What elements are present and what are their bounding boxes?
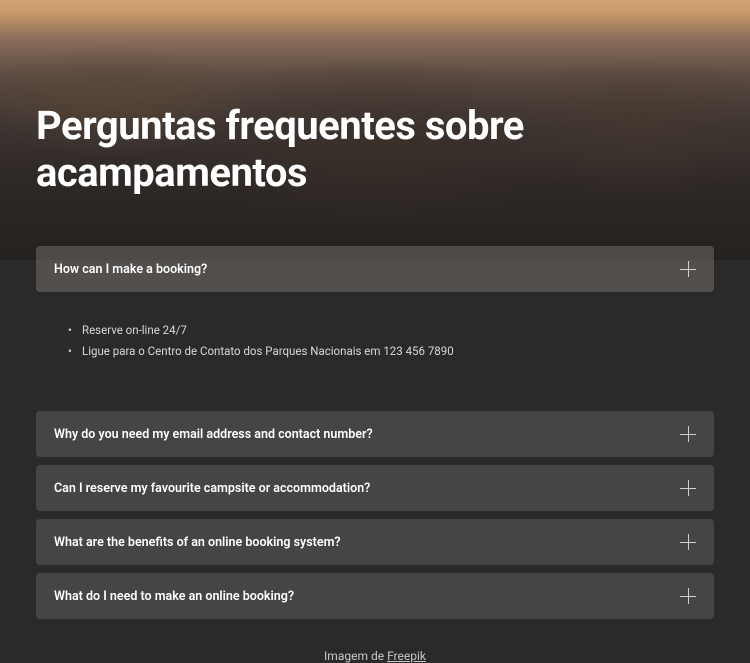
faq-item-booking-content: Reserve on-line 24/7 Ligue para o Centro… <box>36 300 714 385</box>
faq-item-booking[interactable]: How can I make a booking? <box>36 246 714 292</box>
faq-question: What are the benefits of an online booki… <box>54 535 341 550</box>
attribution-link[interactable]: Freepik <box>387 649 426 663</box>
faq-item-benefits[interactable]: What are the benefits of an online booki… <box>36 519 714 565</box>
image-attribution: Imagem de Freepik <box>36 649 714 663</box>
faq-collapsed-group: Why do you need my email address and con… <box>36 411 714 619</box>
faq-accordion: How can I make a booking? Reserve on-lin… <box>36 246 714 619</box>
plus-icon <box>680 480 696 496</box>
faq-item-requirements[interactable]: What do I need to make an online booking… <box>36 573 714 619</box>
plus-icon <box>680 261 696 277</box>
attribution-prefix: Imagem de <box>324 649 387 663</box>
faq-question: Can I reserve my favourite campsite or a… <box>54 481 370 496</box>
faq-bullet-list: Reserve on-line 24/7 Ligue para o Centro… <box>54 320 696 361</box>
plus-icon <box>680 426 696 442</box>
faq-question: How can I make a booking? <box>54 262 207 277</box>
content-container: Perguntas frequentes sobre acampamentos … <box>0 0 750 663</box>
list-item: Ligue para o Centro de Contato dos Parqu… <box>68 341 696 362</box>
faq-item-email[interactable]: Why do you need my email address and con… <box>36 411 714 457</box>
list-item: Reserve on-line 24/7 <box>68 320 696 341</box>
faq-question: Why do you need my email address and con… <box>54 427 373 442</box>
plus-icon <box>680 588 696 604</box>
page-title: Perguntas frequentes sobre acampamentos <box>36 0 714 246</box>
faq-question: What do I need to make an online booking… <box>54 589 294 604</box>
plus-icon <box>680 534 696 550</box>
faq-item-reserve[interactable]: Can I reserve my favourite campsite or a… <box>36 465 714 511</box>
